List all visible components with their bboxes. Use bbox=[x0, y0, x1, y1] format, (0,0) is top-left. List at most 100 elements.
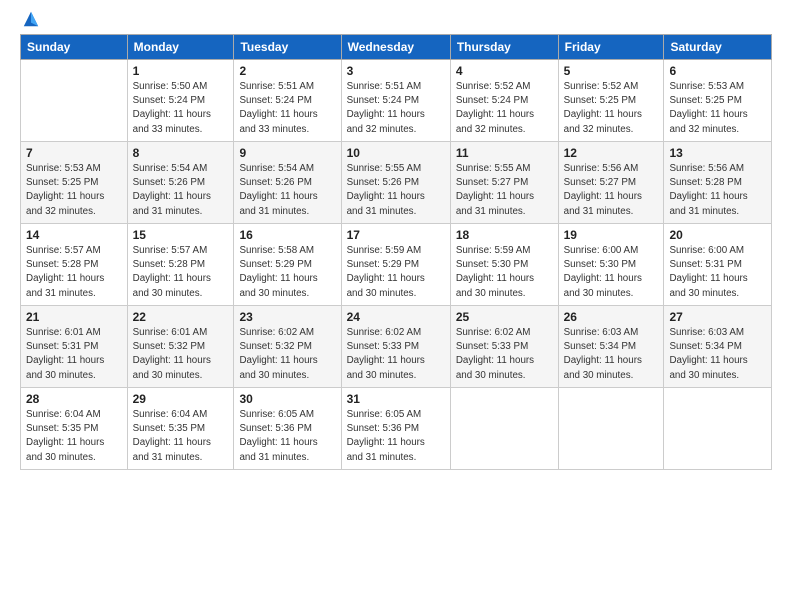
day-info: Sunrise: 5:51 AM Sunset: 5:24 PM Dayligh… bbox=[347, 80, 445, 137]
day-info: Sunrise: 5:55 AM Sunset: 5:26 PM Dayligh… bbox=[347, 162, 445, 219]
day-number: 15 bbox=[133, 228, 229, 242]
day-info: Sunrise: 6:05 AM Sunset: 5:36 PM Dayligh… bbox=[239, 408, 335, 465]
day-info: Sunrise: 6:05 AM Sunset: 5:36 PM Dayligh… bbox=[347, 408, 445, 465]
calendar-cell: 3 Sunrise: 5:51 AM Sunset: 5:24 PM Daylig… bbox=[341, 60, 450, 142]
calendar-cell: 20 Sunrise: 6:00 AM Sunset: 5:31 PM Dayli… bbox=[664, 224, 772, 306]
calendar-cell bbox=[664, 388, 772, 470]
calendar-cell: 10 Sunrise: 5:55 AM Sunset: 5:26 PM Dayli… bbox=[341, 142, 450, 224]
day-number: 14 bbox=[26, 228, 122, 242]
day-info: Sunrise: 5:55 AM Sunset: 5:27 PM Dayligh… bbox=[456, 162, 553, 219]
day-info: Sunrise: 5:56 AM Sunset: 5:28 PM Dayligh… bbox=[669, 162, 766, 219]
day-info: Sunrise: 5:53 AM Sunset: 5:25 PM Dayligh… bbox=[26, 162, 122, 219]
calendar-cell: 7 Sunrise: 5:53 AM Sunset: 5:25 PM Daylig… bbox=[21, 142, 128, 224]
calendar-cell bbox=[558, 388, 664, 470]
week-row-2: 7 Sunrise: 5:53 AM Sunset: 5:25 PM Daylig… bbox=[21, 142, 772, 224]
day-number: 26 bbox=[564, 310, 659, 324]
calendar-cell: 18Sunrise: 5:59 AM Sunset: 5:30 PM Dayli… bbox=[450, 224, 558, 306]
day-number: 30 bbox=[239, 392, 335, 406]
calendar-table: SundayMondayTuesdayWednesdayThursdayFrid… bbox=[20, 34, 772, 470]
day-info: Sunrise: 5:50 AM Sunset: 5:24 PM Dayligh… bbox=[133, 80, 229, 137]
calendar-cell: 11 Sunrise: 5:55 AM Sunset: 5:27 PM Dayli… bbox=[450, 142, 558, 224]
day-info: Sunrise: 5:56 AM Sunset: 5:27 PM Dayligh… bbox=[564, 162, 659, 219]
day-info: Sunrise: 5:58 AM Sunset: 5:29 PM Dayligh… bbox=[239, 244, 335, 301]
day-number: 20 bbox=[669, 228, 766, 242]
day-number: 13 bbox=[669, 146, 766, 160]
week-row-4: 21 Sunrise: 6:01 AM Sunset: 5:31 PM Dayli… bbox=[21, 306, 772, 388]
day-number: 27 bbox=[669, 310, 766, 324]
day-number: 22 bbox=[133, 310, 229, 324]
day-info: Sunrise: 6:00 AM Sunset: 5:31 PM Dayligh… bbox=[669, 244, 766, 301]
calendar-cell: 17Sunrise: 5:59 AM Sunset: 5:29 PM Dayli… bbox=[341, 224, 450, 306]
day-info: Sunrise: 5:57 AM Sunset: 5:28 PM Dayligh… bbox=[26, 244, 122, 301]
calendar-cell: 13 Sunrise: 5:56 AM Sunset: 5:28 PM Dayli… bbox=[664, 142, 772, 224]
day-info: Sunrise: 6:04 AM Sunset: 5:35 PM Dayligh… bbox=[133, 408, 229, 465]
weekday-tuesday: Tuesday bbox=[234, 35, 341, 60]
day-info: Sunrise: 5:53 AM Sunset: 5:25 PM Dayligh… bbox=[669, 80, 766, 137]
weekday-friday: Friday bbox=[558, 35, 664, 60]
day-info: Sunrise: 5:59 AM Sunset: 5:30 PM Dayligh… bbox=[456, 244, 553, 301]
calendar-cell: 26 Sunrise: 6:03 AM Sunset: 5:34 PM Dayli… bbox=[558, 306, 664, 388]
day-info: Sunrise: 6:02 AM Sunset: 5:32 PM Dayligh… bbox=[239, 326, 335, 383]
calendar-cell: 24Sunrise: 6:02 AM Sunset: 5:33 PM Dayli… bbox=[341, 306, 450, 388]
calendar-cell: 19 Sunrise: 6:00 AM Sunset: 5:30 PM Dayli… bbox=[558, 224, 664, 306]
weekday-wednesday: Wednesday bbox=[341, 35, 450, 60]
day-number: 28 bbox=[26, 392, 122, 406]
day-number: 9 bbox=[239, 146, 335, 160]
calendar-cell: 16 Sunrise: 5:58 AM Sunset: 5:29 PM Dayli… bbox=[234, 224, 341, 306]
day-info: Sunrise: 6:03 AM Sunset: 5:34 PM Dayligh… bbox=[564, 326, 659, 383]
day-number: 16 bbox=[239, 228, 335, 242]
calendar-cell: 15 Sunrise: 5:57 AM Sunset: 5:28 PM Dayli… bbox=[127, 224, 234, 306]
calendar-cell: 27 Sunrise: 6:03 AM Sunset: 5:34 PM Dayli… bbox=[664, 306, 772, 388]
day-info: Sunrise: 5:52 AM Sunset: 5:24 PM Dayligh… bbox=[456, 80, 553, 137]
day-number: 12 bbox=[564, 146, 659, 160]
calendar-cell: 6 Sunrise: 5:53 AM Sunset: 5:25 PM Daylig… bbox=[664, 60, 772, 142]
day-info: Sunrise: 6:04 AM Sunset: 5:35 PM Dayligh… bbox=[26, 408, 122, 465]
day-number: 6 bbox=[669, 64, 766, 78]
day-info: Sunrise: 5:54 AM Sunset: 5:26 PM Dayligh… bbox=[239, 162, 335, 219]
day-number: 7 bbox=[26, 146, 122, 160]
day-number: 31 bbox=[347, 392, 445, 406]
calendar-cell: 22 Sunrise: 6:01 AM Sunset: 5:32 PM Dayli… bbox=[127, 306, 234, 388]
calendar-cell: 5Sunrise: 5:52 AM Sunset: 5:25 PM Daylig… bbox=[558, 60, 664, 142]
calendar-cell: 28 Sunrise: 6:04 AM Sunset: 5:35 PM Dayli… bbox=[21, 388, 128, 470]
day-number: 2 bbox=[239, 64, 335, 78]
day-number: 3 bbox=[347, 64, 445, 78]
week-row-3: 14 Sunrise: 5:57 AM Sunset: 5:28 PM Dayli… bbox=[21, 224, 772, 306]
day-info: Sunrise: 5:52 AM Sunset: 5:25 PM Dayligh… bbox=[564, 80, 659, 137]
calendar-cell: 9 Sunrise: 5:54 AM Sunset: 5:26 PM Daylig… bbox=[234, 142, 341, 224]
day-number: 1 bbox=[133, 64, 229, 78]
header bbox=[20, 18, 772, 28]
day-number: 17 bbox=[347, 228, 445, 242]
weekday-sunday: Sunday bbox=[21, 35, 128, 60]
calendar-cell: 31 Sunrise: 6:05 AM Sunset: 5:36 PM Dayli… bbox=[341, 388, 450, 470]
day-number: 8 bbox=[133, 146, 229, 160]
day-number: 4 bbox=[456, 64, 553, 78]
day-info: Sunrise: 5:57 AM Sunset: 5:28 PM Dayligh… bbox=[133, 244, 229, 301]
day-info: Sunrise: 6:03 AM Sunset: 5:34 PM Dayligh… bbox=[669, 326, 766, 383]
weekday-thursday: Thursday bbox=[450, 35, 558, 60]
weekday-monday: Monday bbox=[127, 35, 234, 60]
day-info: Sunrise: 5:51 AM Sunset: 5:24 PM Dayligh… bbox=[239, 80, 335, 137]
calendar-cell: 8Sunrise: 5:54 AM Sunset: 5:26 PM Daylig… bbox=[127, 142, 234, 224]
calendar-cell: 21 Sunrise: 6:01 AM Sunset: 5:31 PM Dayli… bbox=[21, 306, 128, 388]
calendar-cell: 12 Sunrise: 5:56 AM Sunset: 5:27 PM Dayli… bbox=[558, 142, 664, 224]
day-number: 23 bbox=[239, 310, 335, 324]
day-info: Sunrise: 6:00 AM Sunset: 5:30 PM Dayligh… bbox=[564, 244, 659, 301]
day-info: Sunrise: 6:02 AM Sunset: 5:33 PM Dayligh… bbox=[456, 326, 553, 383]
day-number: 24 bbox=[347, 310, 445, 324]
week-row-1: 1 Sunrise: 5:50 AM Sunset: 5:24 PM Daylig… bbox=[21, 60, 772, 142]
day-info: Sunrise: 6:01 AM Sunset: 5:31 PM Dayligh… bbox=[26, 326, 122, 383]
calendar-cell: 29 Sunrise: 6:04 AM Sunset: 5:35 PM Dayli… bbox=[127, 388, 234, 470]
weekday-saturday: Saturday bbox=[664, 35, 772, 60]
day-info: Sunrise: 6:01 AM Sunset: 5:32 PM Dayligh… bbox=[133, 326, 229, 383]
calendar-cell: 23 Sunrise: 6:02 AM Sunset: 5:32 PM Dayli… bbox=[234, 306, 341, 388]
day-number: 11 bbox=[456, 146, 553, 160]
calendar-cell bbox=[450, 388, 558, 470]
day-number: 10 bbox=[347, 146, 445, 160]
day-number: 21 bbox=[26, 310, 122, 324]
calendar-cell: 25 Sunrise: 6:02 AM Sunset: 5:33 PM Dayli… bbox=[450, 306, 558, 388]
day-number: 29 bbox=[133, 392, 229, 406]
weekday-header-row: SundayMondayTuesdayWednesdayThursdayFrid… bbox=[21, 35, 772, 60]
day-number: 19 bbox=[564, 228, 659, 242]
day-number: 25 bbox=[456, 310, 553, 324]
